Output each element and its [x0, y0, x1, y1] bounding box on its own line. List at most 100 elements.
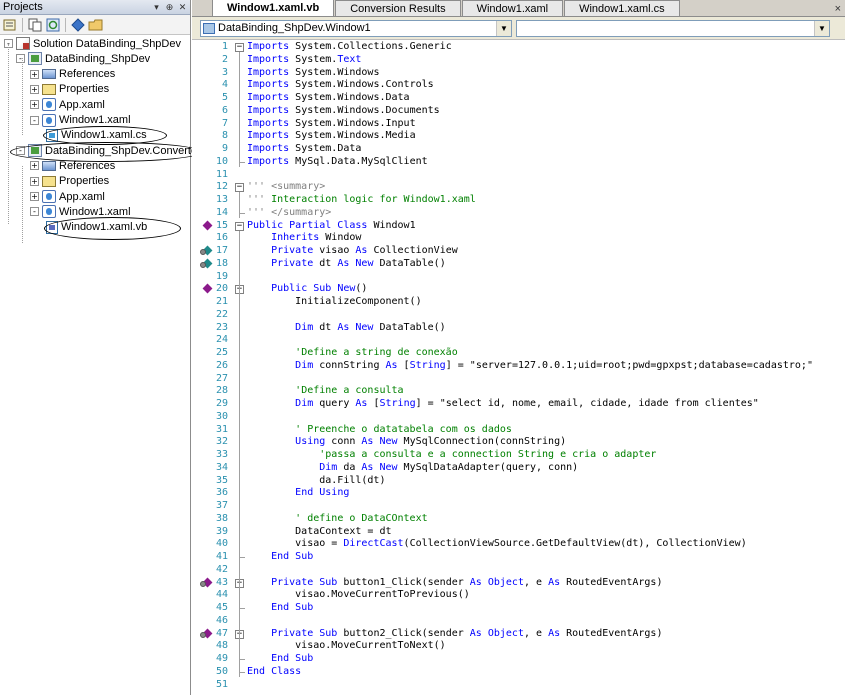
chevron-down-icon[interactable]: ▼ [814, 20, 829, 36]
expand-icon[interactable]: + [30, 161, 39, 171]
tree-node[interactable]: Window1.xaml.vb [46, 220, 147, 235]
code-line[interactable]: 'Define a string de conexão [247, 347, 458, 360]
member-dropdown[interactable]: ▼ [516, 19, 830, 37]
tree-node[interactable]: + References [30, 158, 115, 173]
outline-guide-end [239, 557, 245, 558]
expand-icon[interactable]: + [30, 192, 39, 201]
expand-icon[interactable]: + [30, 84, 39, 94]
tab-window1-xaml-cs[interactable]: Window1.xaml.cs [564, 0, 680, 16]
code-line[interactable]: visao.MoveCurrentToNext() [247, 640, 446, 653]
code-line[interactable]: End Sub [247, 653, 313, 666]
tree-node[interactable]: - DataBinding_ShpDev [16, 51, 150, 66]
tab-conversion-results[interactable]: Conversion Results [335, 0, 461, 16]
code-line[interactable]: Dim connString As [String] = "server=127… [247, 360, 813, 373]
close-icon[interactable]: ✕ [177, 2, 188, 13]
tab-window1-xaml-vb[interactable]: Window1.xaml.vb [212, 0, 335, 16]
expand-icon[interactable]: + [30, 69, 39, 79]
code-line[interactable]: Public Partial Class Window1 [247, 220, 416, 233]
tree-node[interactable]: - Window1.xaml [30, 204, 131, 219]
tree-node[interactable]: - Solution DataBinding_ShpDev [4, 36, 181, 51]
references-icon [42, 160, 56, 171]
code-line[interactable]: DataContext = dt [247, 526, 391, 539]
code-token: ' define o DataCOntext [295, 512, 428, 524]
tree-node[interactable]: Window1.xaml.cs [46, 128, 147, 143]
code-line[interactable]: da.Fill(dt) [247, 475, 385, 488]
show-all-files-icon[interactable] [27, 17, 43, 33]
expand-icon[interactable]: + [30, 100, 39, 110]
project-icon [28, 52, 42, 66]
collapse-icon[interactable]: − [235, 221, 244, 231]
close-document-icon[interactable]: × [835, 3, 841, 15]
code-line[interactable]: Private visao As CollectionView [247, 245, 458, 258]
code-line[interactable]: visao = DirectCast(CollectionViewSource.… [247, 538, 747, 551]
code-token: query [313, 398, 356, 409]
outline-guide-line [239, 587, 240, 613]
code-line[interactable]: Imports System.Windows.Input [247, 118, 416, 131]
code-line[interactable]: visao.MoveCurrentToPrevious() [247, 589, 470, 602]
code-line[interactable]: Imports System.Windows.Controls [247, 79, 434, 92]
code-line[interactable]: Imports System.Windows.Media [247, 130, 416, 143]
auto-hide-icon[interactable]: ⊕ [164, 2, 175, 13]
code-line[interactable]: Imports System.Windows [247, 67, 379, 80]
view-class-diagram-icon[interactable] [70, 17, 86, 33]
code-line[interactable]: ''' <summary> [247, 181, 325, 194]
code-line[interactable]: Dim dt As New DataTable() [247, 322, 446, 335]
code-token: Imports [247, 79, 290, 91]
tree-node[interactable]: + References [30, 67, 115, 82]
code-line[interactable]: Public Sub New() [247, 283, 367, 296]
properties-icon[interactable] [2, 17, 18, 33]
code-line[interactable]: Imports MySql.Data.MySqlClient [247, 156, 428, 169]
code-line[interactable]: End Sub [247, 551, 313, 564]
code-line[interactable]: Private Sub button1_Click(sender As Obje… [247, 577, 662, 590]
code-line[interactable]: ''' </summary> [247, 207, 331, 220]
code-line[interactable]: Private dt As New DataTable() [247, 258, 446, 271]
code-line[interactable]: Imports System.Windows.Documents [247, 105, 440, 118]
code-token: connString [313, 359, 386, 371]
code-line[interactable]: ' Preenche o datatabela com os dados [247, 424, 512, 437]
open-folder-icon[interactable] [88, 17, 104, 33]
tree-node[interactable]: + App.xaml [30, 97, 105, 112]
code-line[interactable]: 'Define a consulta [247, 385, 403, 398]
code-line[interactable]: 'passa a consulta e a connection String … [247, 449, 656, 462]
code-line[interactable]: Private Sub button2_Click(sender As Obje… [247, 628, 662, 641]
tree-node[interactable]: - Window1.xaml [30, 113, 131, 128]
tab-window1-xaml[interactable]: Window1.xaml [461, 0, 564, 16]
code-line[interactable]: Imports System.Windows.Data [247, 92, 410, 105]
code-line[interactable]: ''' Interaction logic for Window1.xaml [247, 194, 476, 207]
code-line[interactable]: End Using [247, 487, 349, 500]
line-number: 44 [215, 589, 228, 601]
code-line[interactable]: Using conn As New MySqlConnection(connSt… [247, 436, 566, 449]
code-line[interactable]: End Class [247, 666, 301, 679]
code-text-area[interactable]: 1 2 3 4 5 6 7 8 9 10 11 12 13 14 15 16 17 18 19 20 21 22 23 24 2… [192, 40, 845, 695]
code-line[interactable]: Imports System.Collections.Generic [247, 41, 452, 54]
collapse-icon[interactable]: - [30, 207, 39, 217]
code-line[interactable]: End Sub [247, 602, 313, 615]
line-number: 28 [215, 385, 228, 397]
outline-guide-end [239, 161, 245, 163]
expand-icon[interactable]: + [30, 176, 39, 186]
collapse-icon[interactable]: - [30, 115, 39, 125]
code-line[interactable]: ' define o DataCOntext [247, 512, 428, 526]
tree-node[interactable]: + Properties [30, 174, 109, 189]
code-line[interactable]: Inherits Window [247, 232, 361, 245]
tree-node[interactable]: - DataBinding_ShpDev.Converted [16, 143, 203, 158]
refresh-icon[interactable] [45, 17, 61, 33]
code-line[interactable]: Imports System.Data [247, 143, 361, 156]
cs-file-icon [46, 128, 58, 142]
code-line[interactable]: Imports System.Text [247, 54, 361, 67]
window-position-icon[interactable]: ▾ [151, 2, 162, 13]
code-line[interactable]: Dim query As [String] = "select id, nome… [247, 398, 759, 411]
tree-node[interactable]: + App.xaml [30, 189, 105, 204]
code-line[interactable]: Dim da As New MySqlDataAdapter(query, co… [247, 462, 578, 475]
collapse-icon[interactable]: - [16, 146, 25, 156]
collapse-icon[interactable]: − [235, 43, 244, 52]
collapse-icon[interactable]: - [16, 54, 25, 64]
collapse-icon[interactable]: − [235, 183, 244, 193]
code-line[interactable]: InitializeComponent() [247, 296, 421, 309]
type-dropdown[interactable]: DataBinding_ShpDev.Window1 ▼ [200, 19, 512, 37]
chevron-down-icon[interactable]: ▼ [496, 20, 511, 36]
tree-node[interactable]: + Properties [30, 82, 109, 97]
